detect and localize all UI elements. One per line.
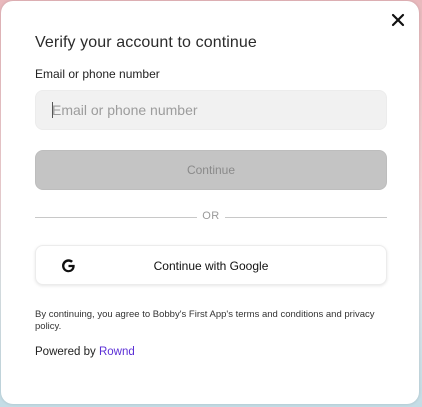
terms-text: By continuing, you agree to Bobby's Firs… [35, 309, 375, 332]
continue-button[interactable]: Continue [35, 150, 387, 190]
modal-title: Verify your account to continue [35, 34, 257, 51]
continue-with-google-button[interactable]: Continue with Google [35, 245, 387, 285]
email-field-label: Email or phone number [35, 67, 160, 81]
email-or-phone-input[interactable] [35, 90, 387, 130]
divider-line-left [35, 217, 197, 218]
or-divider-text: OR [202, 210, 220, 222]
verify-account-modal: Verify your account to continue Email or… [1, 1, 419, 404]
powered-by: Powered by Rownd [35, 346, 135, 358]
close-icon [391, 13, 405, 27]
close-button[interactable] [389, 11, 407, 29]
text-caret [52, 102, 53, 118]
divider-line-right [225, 217, 387, 218]
powered-by-prefix: Powered by [35, 346, 96, 358]
google-button-label: Continue with Google [153, 259, 269, 273]
rownd-link[interactable]: Rownd [99, 346, 135, 358]
